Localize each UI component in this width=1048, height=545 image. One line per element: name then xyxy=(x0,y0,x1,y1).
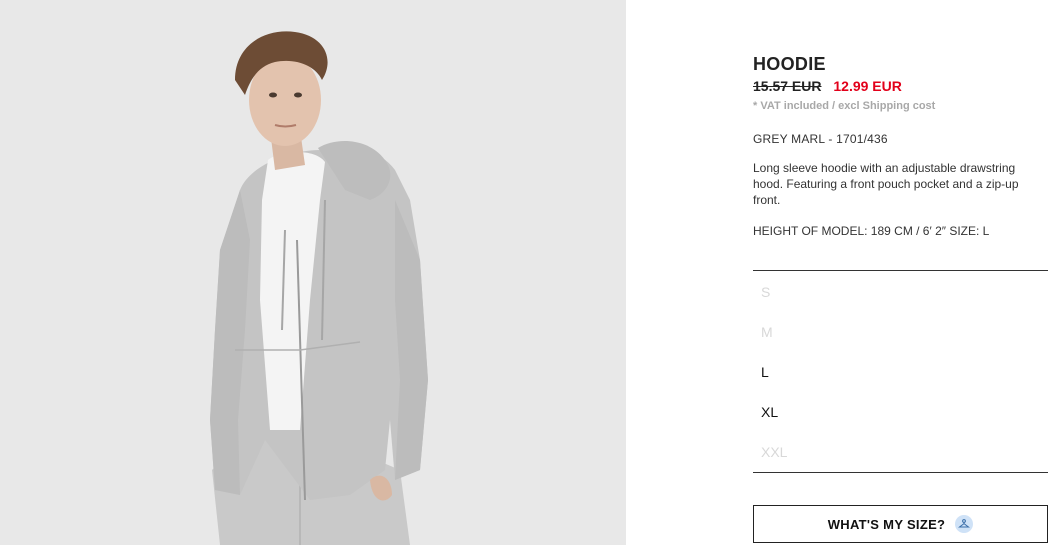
size-option-s[interactable]: S xyxy=(753,272,1048,312)
size-option-xxl[interactable]: XXL xyxy=(753,432,1048,472)
price-row: 15.57 EUR 12.99 EUR xyxy=(753,78,902,94)
hanger-icon xyxy=(955,515,974,533)
original-price: 15.57 EUR xyxy=(753,78,822,94)
sale-price: 12.99 EUR xyxy=(833,78,902,94)
product-photo xyxy=(0,0,626,545)
product-page: HOODIE 15.57 EUR 12.99 EUR * VAT include… xyxy=(0,0,1048,545)
size-option-l[interactable]: L xyxy=(753,352,1048,392)
model-info: HEIGHT OF MODEL: 189 CM / 6′ 2″ SIZE: L xyxy=(753,224,990,238)
product-details-panel: HOODIE 15.57 EUR 12.99 EUR * VAT include… xyxy=(753,0,1048,545)
size-option-xl[interactable]: XL xyxy=(753,392,1048,432)
size-option-m[interactable]: M xyxy=(753,312,1048,352)
divider-bottom xyxy=(753,472,1048,473)
model-image xyxy=(0,0,626,545)
vat-note: * VAT included / excl Shipping cost xyxy=(753,100,936,112)
product-description: Long sleeve hoodie with an adjustable dr… xyxy=(753,161,1019,207)
divider-top xyxy=(753,270,1048,271)
color-reference: GREY MARL - 1701/436 xyxy=(753,132,888,146)
size-list: S M L XL XXL xyxy=(753,272,1048,472)
whats-my-size-button[interactable]: WHAT'S MY SIZE? xyxy=(753,505,1048,543)
size-button-label: WHAT'S MY SIZE? xyxy=(827,516,946,532)
product-title: HOODIE xyxy=(753,54,826,74)
